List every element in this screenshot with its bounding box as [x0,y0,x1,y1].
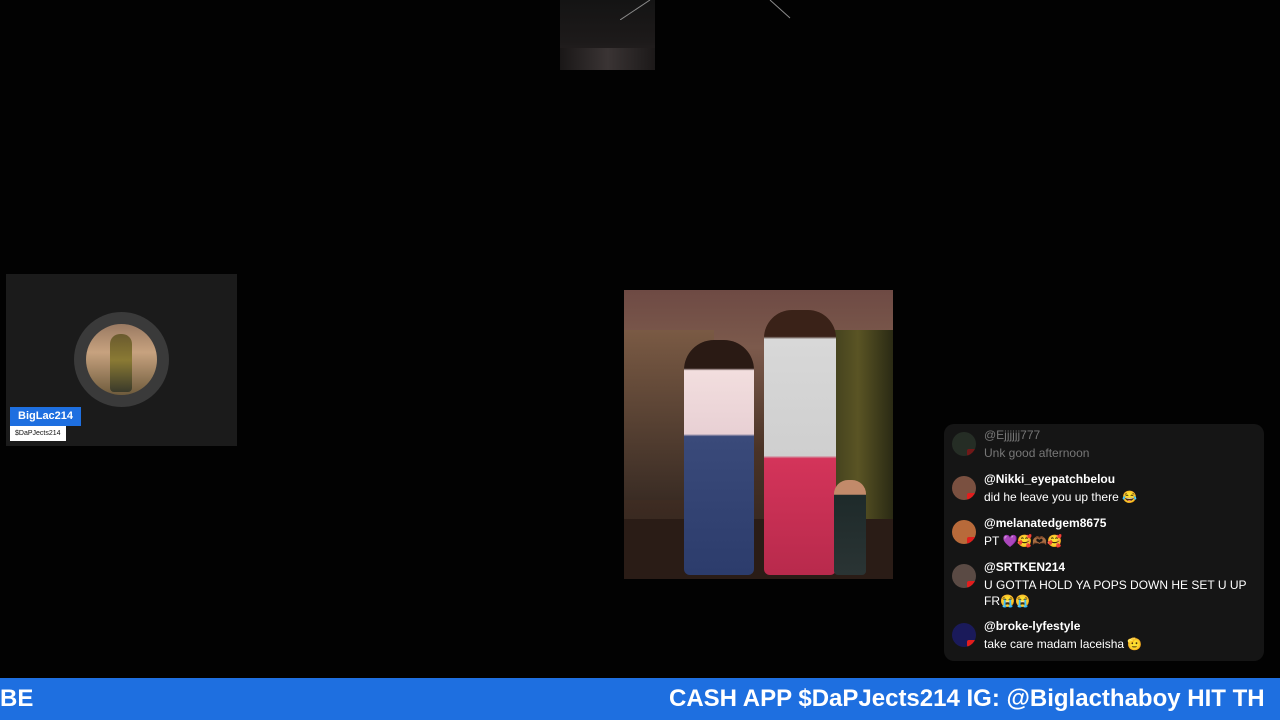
chat-text: did he leave you up there 😂 [984,490,1138,504]
chat-message: @broke-lyfestyle take care madam laceish… [952,619,1256,659]
chat-avatar [952,564,976,588]
guest-name-tag: BigLac214 [10,407,82,426]
youtube-icon [967,640,976,647]
chat-author: @melanatedgem8675 [984,516,1107,530]
shared-photo [624,290,893,579]
guest-avatar-photo [86,324,157,395]
chat-avatar [952,476,976,500]
chat-author: @Nikki_eyepatchbelou [984,472,1116,486]
guest-tile[interactable]: BigLac214 $DaPJects214 [6,274,237,446]
chat-message: @Ejjjjjj777 Unk good afternoon [952,428,1256,468]
chat-message: @melanatedgem8675 PT 💜🥰🫶🏾🥰 [952,516,1256,556]
youtube-icon [967,581,976,588]
chat-text: Unk good afternoon [984,446,1090,460]
chat-message: @SRTKEN214 U GOTTA HOLD YA POPS DOWN HE … [952,560,1256,616]
chat-avatar [952,623,976,647]
chat-message: @Nikki_eyepatchbelou did he leave you up… [952,472,1256,512]
youtube-icon [967,493,976,500]
chat-author: @Ejjjjjj777 [984,428,1041,442]
light-glint [620,0,791,20]
ticker-fragment: BE [0,685,34,712]
youtube-icon [967,537,976,544]
youtube-icon [967,449,976,456]
chat-text: U GOTTA HOLD YA POPS DOWN HE SET U UP FR… [984,578,1247,608]
chat-text: PT 💜🥰🫶🏾🥰 [984,534,1063,548]
chat-avatar [952,520,976,544]
ticker-text: CASH APP $DaPJects214 IG: @Biglacthaboy … [669,685,1265,712]
live-chat-panel: @Ejjjjjj777 Unk good afternoon @Nikki_ey… [944,424,1264,661]
chat-avatar [952,432,976,456]
guest-avatar [74,312,169,407]
chat-author: @broke-lyfestyle [984,619,1081,633]
stream-stage: BigLac214 $DaPJects214 @Ejjjjjj777 Unk g… [0,0,1280,678]
scrolling-ticker: BE CASH APP $DaPJects214 IG: @Biglacthab… [0,678,1280,720]
chat-author: @SRTKEN214 [984,560,1066,574]
chat-text: take care madam laceisha 🫡 [984,637,1143,651]
guest-cashtag: $DaPJects214 [10,426,66,441]
